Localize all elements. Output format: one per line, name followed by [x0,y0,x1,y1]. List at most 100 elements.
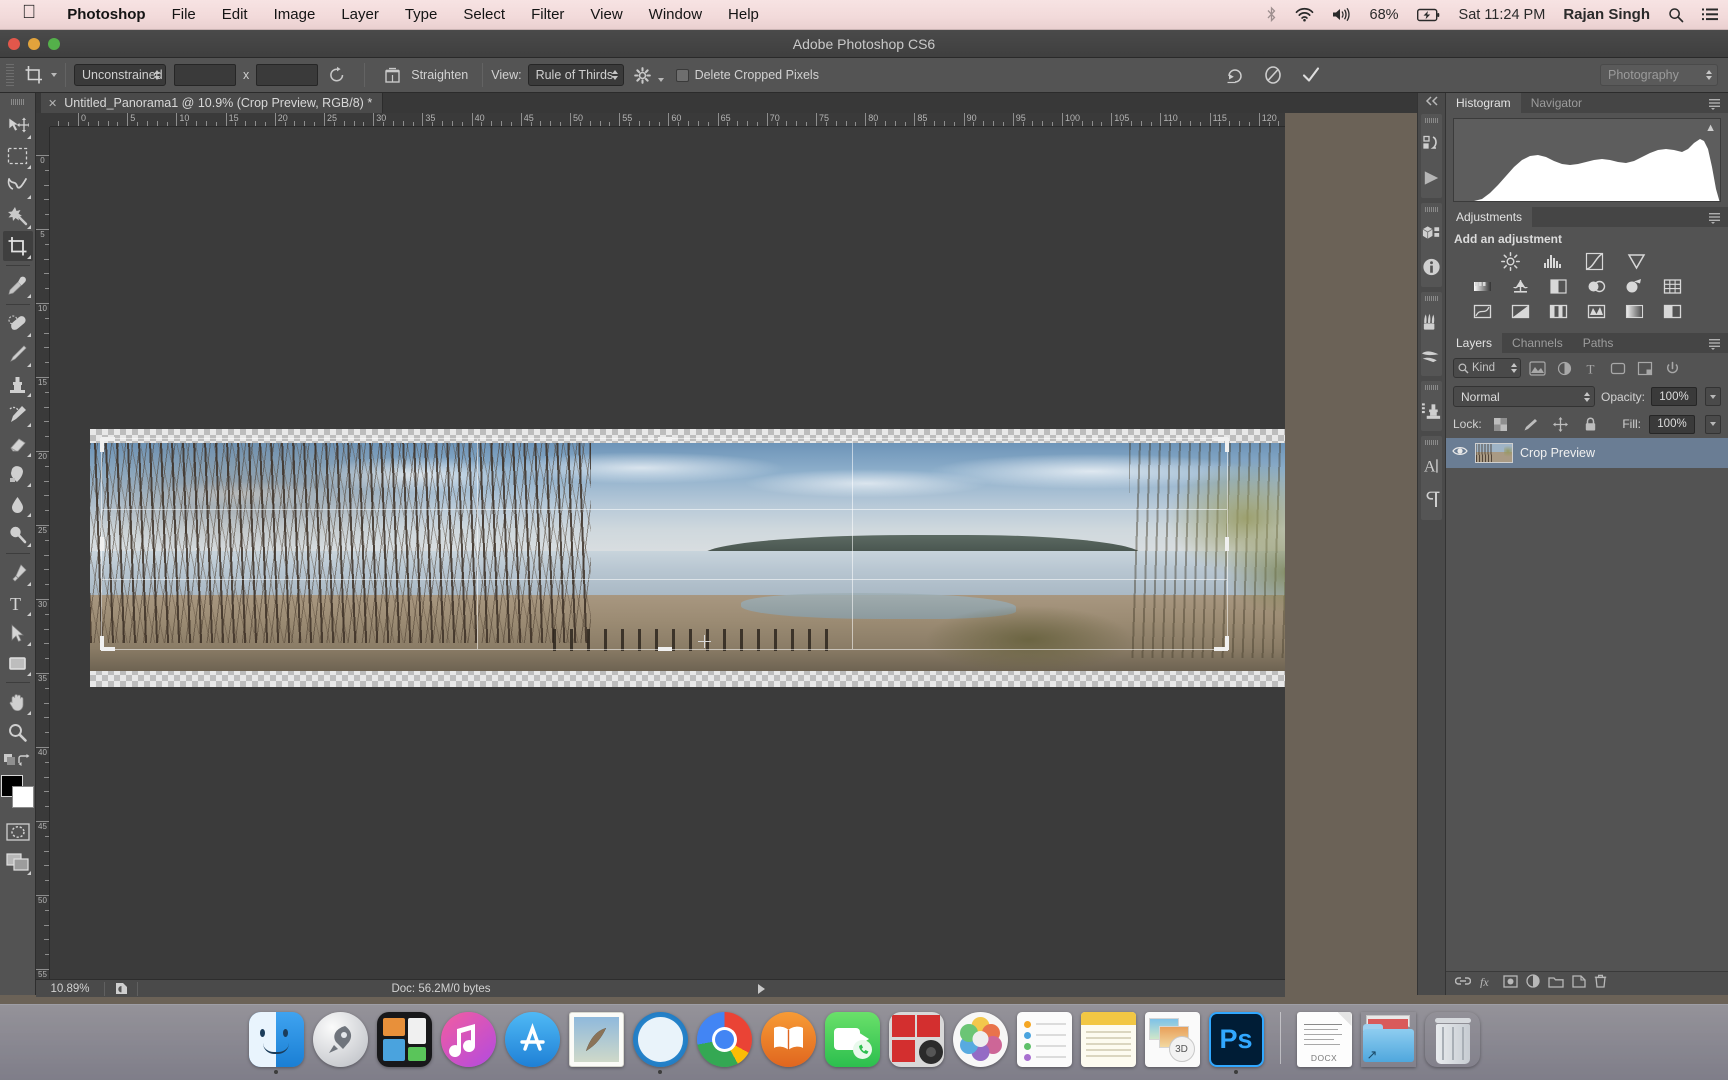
rectangular-marquee-tool[interactable] [3,141,33,171]
quick-mask-mode-icon[interactable] [3,817,33,847]
opacity-input[interactable]: 100% [1651,387,1697,406]
tools-panel-grip[interactable] [10,99,25,105]
battery-percent-label[interactable]: 68% [1361,7,1408,23]
menu-item-filter[interactable]: Filter [518,6,577,23]
channel-mixer-icon[interactable] [1662,276,1682,296]
rail-grip[interactable] [1425,296,1438,301]
notification-center-icon[interactable] [1693,7,1728,22]
crop-selection-box[interactable] [100,437,1229,651]
gear-chevron-down-icon[interactable] [657,78,664,82]
crop-handle-top-left-v[interactable] [100,438,104,452]
blend-mode-select[interactable]: Normal [1453,386,1595,407]
new-group-icon[interactable] [1548,975,1564,993]
tab-histogram[interactable]: Histogram [1446,93,1521,113]
dock-item-itunes[interactable] [440,1012,496,1074]
panel-menu-icon[interactable] [1709,337,1722,355]
menu-item-type[interactable]: Type [392,6,451,23]
photos-icon[interactable] [952,1012,1008,1067]
background-color-swatch[interactable] [12,786,34,808]
quick-selection-tool[interactable] [3,201,33,231]
menu-item-file[interactable]: File [159,6,209,23]
delete-cropped-pixels-label[interactable]: Delete Cropped Pixels [695,68,819,82]
dock-item-mail[interactable] [568,1012,624,1074]
apple-logo-icon[interactable]:  [0,3,54,22]
swap-colors-icon[interactable] [17,753,31,771]
threshold-icon[interactable] [1586,301,1606,321]
selective-color-icon[interactable] [1662,301,1682,321]
opacity-chevron-down-icon[interactable] [1705,387,1721,406]
launchpad-icon[interactable] [312,1012,368,1067]
gear-icon[interactable] [630,62,656,88]
photo-booth-icon[interactable] [888,1012,944,1067]
layer-filter-kind-select[interactable]: Kind [1453,358,1521,378]
folder-stack-icon[interactable]: ↗ [1361,1012,1416,1067]
crop-width-input[interactable] [174,64,236,86]
vibrance-icon[interactable] [1472,276,1492,296]
tab-adjustments[interactable]: Adjustments [1446,207,1533,227]
brush-tool[interactable] [3,339,33,369]
menu-item-layer[interactable]: Layer [328,6,392,23]
facetime-icon[interactable] [824,1012,880,1067]
dock-item-trash[interactable] [1425,1012,1480,1074]
mail-icon[interactable] [568,1012,624,1067]
lasso-tool[interactable] [3,171,33,201]
history-brush-tool[interactable] [3,399,33,429]
document-profile-icon[interactable] [105,982,137,995]
lock-transparent-pixels-icon[interactable] [1490,414,1512,434]
crop-handle-middle-right[interactable] [1225,537,1229,551]
levels-icon[interactable] [1542,251,1562,271]
gradient-map-icon[interactable] [1624,301,1644,321]
menubar-user-name[interactable]: Rajan Singh [1554,6,1659,23]
filter-smart-icon[interactable] [1634,358,1656,378]
brush-presets-icon[interactable] [1421,339,1442,373]
ruler-corner[interactable] [36,113,50,127]
dock-item-ibooks[interactable] [760,1012,816,1074]
document-canvas[interactable] [90,429,1285,687]
invert-icon[interactable] [1510,301,1530,321]
move-tool[interactable] [3,111,33,141]
tool-preset-chevron-down-icon[interactable] [51,73,57,77]
filter-pixel-icon[interactable] [1526,358,1548,378]
blur-tool[interactable] [3,489,33,519]
filter-shape-icon[interactable] [1607,358,1629,378]
window-minimize-button[interactable] [28,37,40,50]
vertical-ruler[interactable]: 0 5 10 15 20 25 30 35 40 45 50 55 [36,127,50,995]
panel-menu-icon[interactable] [1709,211,1722,229]
dock-item-facetime[interactable] [824,1012,880,1074]
rail-grip[interactable] [1425,385,1438,390]
finder-icon[interactable] [248,1012,304,1067]
crop-handle-bottom-center[interactable] [657,647,672,651]
volume-icon[interactable] [1323,7,1361,22]
new-adjustment-layer-icon[interactable] [1526,974,1540,993]
menu-item-image[interactable]: Image [261,6,329,23]
dock-item-downloads-stack[interactable]: ↗ [1361,1012,1416,1074]
color-lookup-icon[interactable] [1472,301,1492,321]
tab-channels[interactable]: Channels [1502,333,1573,353]
horizontal-type-tool[interactable]: T [3,588,33,618]
crop-ratio-select[interactable]: Unconstrained [74,64,166,86]
itunes-icon[interactable] [440,1012,496,1067]
ibooks-icon[interactable] [760,1012,816,1067]
brightness-contrast-icon[interactable] [1500,251,1520,271]
dock-item-reminders[interactable] [1016,1012,1072,1074]
crop-handle-bottom-left-v[interactable] [100,636,104,650]
swap-dimensions-icon[interactable] [324,62,350,88]
mini-bridge-icon[interactable] [1421,127,1442,161]
eyedropper-tool[interactable] [3,270,33,300]
mission-control-icon[interactable] [376,1012,432,1067]
photoshop-icon[interactable]: Ps [1208,1012,1264,1067]
bluetooth-icon[interactable] [1257,6,1286,23]
paragraph-panel-icon[interactable] [1421,483,1442,517]
menubar-clock[interactable]: Sat 11:24 PM [1450,7,1555,23]
dock-item-mission-control[interactable] [376,1012,432,1074]
timeline-play-icon[interactable] [1421,161,1442,195]
dock-item-finder[interactable] [248,1012,304,1074]
filter-adjustment-icon[interactable] [1553,358,1575,378]
preview-3d-icon[interactable]: 3D [1144,1012,1200,1067]
spot-healing-brush-tool[interactable] [3,309,33,339]
chrome-icon[interactable] [696,1012,752,1067]
layer-thumbnail[interactable] [1475,443,1513,463]
collapse-panels-icon[interactable] [1418,93,1445,109]
canvas-viewport[interactable] [50,127,1285,995]
hue-saturation-icon[interactable] [1510,276,1530,296]
